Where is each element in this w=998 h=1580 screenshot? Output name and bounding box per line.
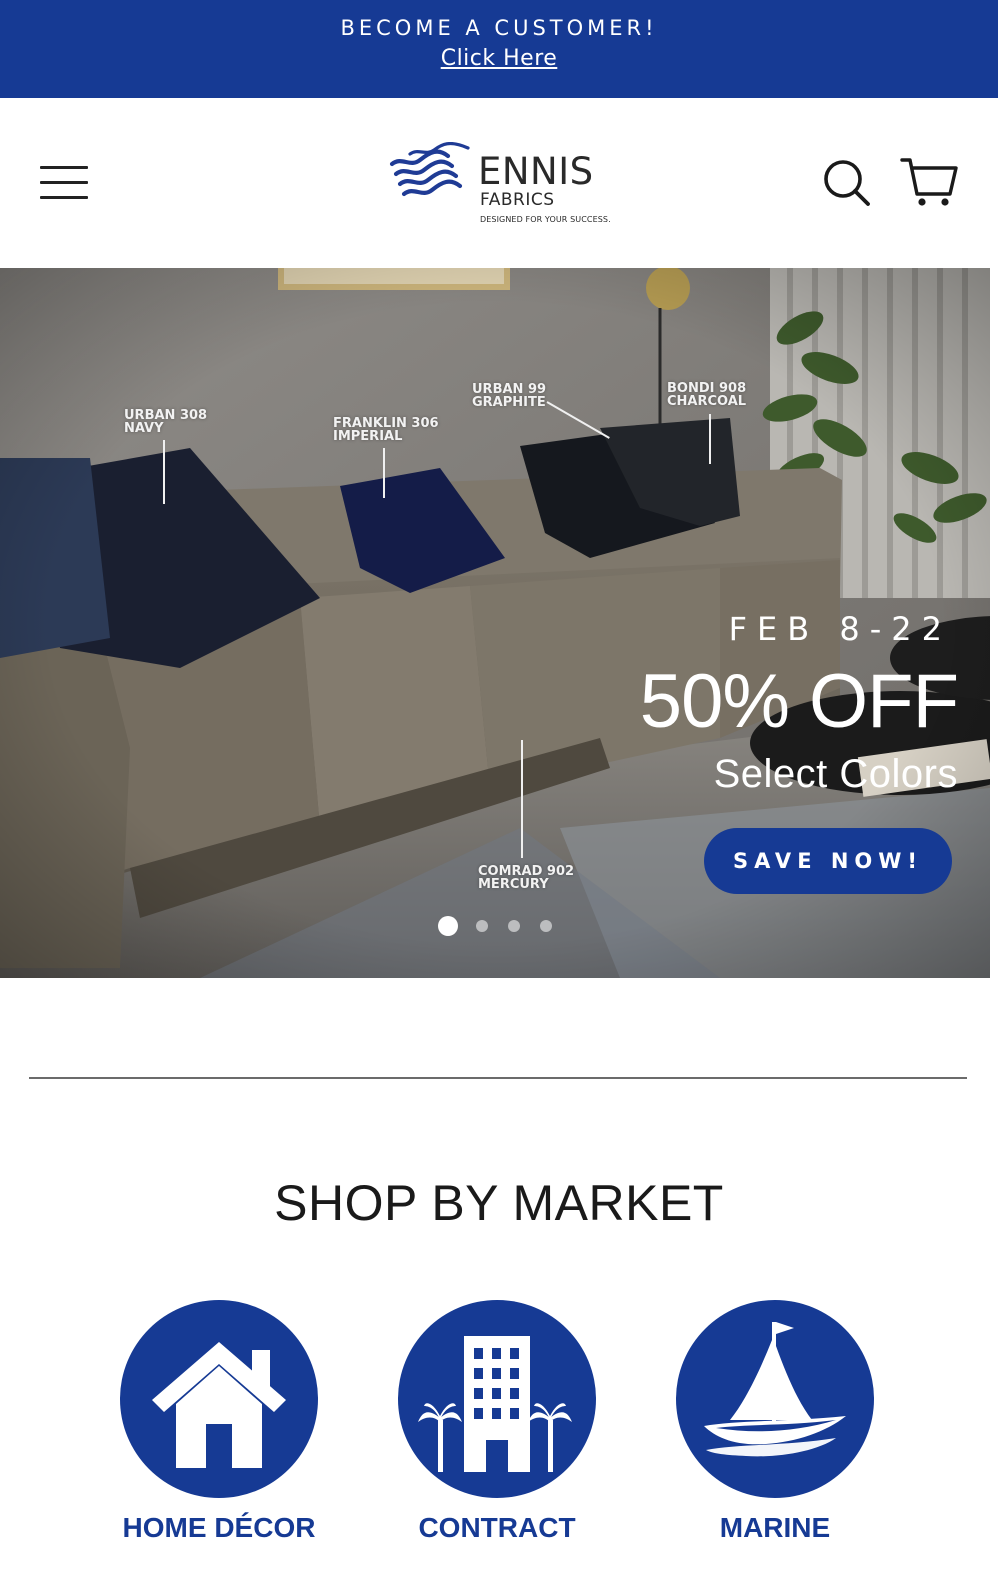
market-label: CONTRACT [418, 1512, 576, 1543]
fabric-pointer [163, 440, 165, 504]
fabric-label-comrad-902: COMRAD 902 MERCURY [478, 865, 574, 891]
hero-carousel[interactable]: URBAN 308 NAVY FRANKLIN 306 IMPERIAL URB… [0, 268, 990, 978]
promo-subheadline: Select Colors [713, 752, 958, 796]
fabric-label-color: NAVY [124, 421, 164, 436]
market-label: MARINE [719, 1512, 831, 1543]
fabric-label-urban-99: URBAN 99 GRAPHITE [472, 383, 546, 409]
fabric-label-franklin-306: FRANKLIN 306 IMPERIAL [333, 417, 439, 443]
fabric-label-color: MERCURY [478, 877, 549, 892]
house-icon [120, 1300, 318, 1498]
ennis-fabrics-logo[interactable]: ENNIS FABRICS DESIGNED FOR YOUR SUCCESS. [388, 142, 611, 228]
search-icon[interactable] [822, 158, 872, 208]
shop-by-market-title: SHOP BY MARKET [274, 1175, 724, 1231]
promo-headline: 50% OFF [639, 659, 959, 744]
hamburger-menu-icon[interactable] [40, 164, 90, 202]
carousel-dot-3[interactable] [508, 920, 520, 932]
announcement-bar: BECOME A CUSTOMER! Click Here [0, 0, 998, 98]
fabric-label-color: IMPERIAL [333, 429, 403, 444]
fabric-label-urban-308: URBAN 308 NAVY [124, 409, 207, 435]
site-header: ENNIS FABRICS DESIGNED FOR YOUR SUCCESS. [0, 98, 998, 270]
fabric-pointer [521, 740, 523, 858]
fabric-pointer [383, 448, 385, 498]
fabric-label-color: GRAPHITE [472, 395, 546, 410]
carousel-dot-1[interactable] [438, 916, 458, 936]
become-customer-link[interactable]: Click Here [441, 46, 558, 71]
carousel-dot-4[interactable] [540, 920, 552, 932]
market-home-decor[interactable]: HOME DÉCOR [119, 1300, 319, 1544]
carousel-dot-2[interactable] [476, 920, 488, 932]
logo-brand: ENNIS [478, 150, 594, 193]
announcement-headline: BECOME A CUSTOMER! [340, 16, 658, 40]
logo-tagline: DESIGNED FOR YOUR SUCCESS. [480, 215, 611, 224]
logo-sub: FABRICS [480, 190, 555, 210]
save-now-button[interactable]: SAVE NOW! [704, 828, 952, 894]
wave-logo-icon [389, 142, 470, 197]
fabric-label-bondi-908: BONDI 908 CHARCOAL [667, 382, 746, 408]
cart-icon[interactable] [900, 156, 960, 210]
market-marine[interactable]: MARINE [675, 1300, 875, 1544]
sailboat-icon [676, 1300, 874, 1498]
market-contract[interactable]: CONTRACT [397, 1300, 597, 1544]
building-palm-icon [398, 1300, 596, 1498]
fabric-pointer [709, 414, 711, 464]
fabric-label-color: CHARCOAL [667, 394, 747, 409]
market-label: HOME DÉCOR [122, 1512, 316, 1543]
promo-date: FEB 8-22 [728, 610, 952, 648]
section-divider [29, 1077, 967, 1079]
